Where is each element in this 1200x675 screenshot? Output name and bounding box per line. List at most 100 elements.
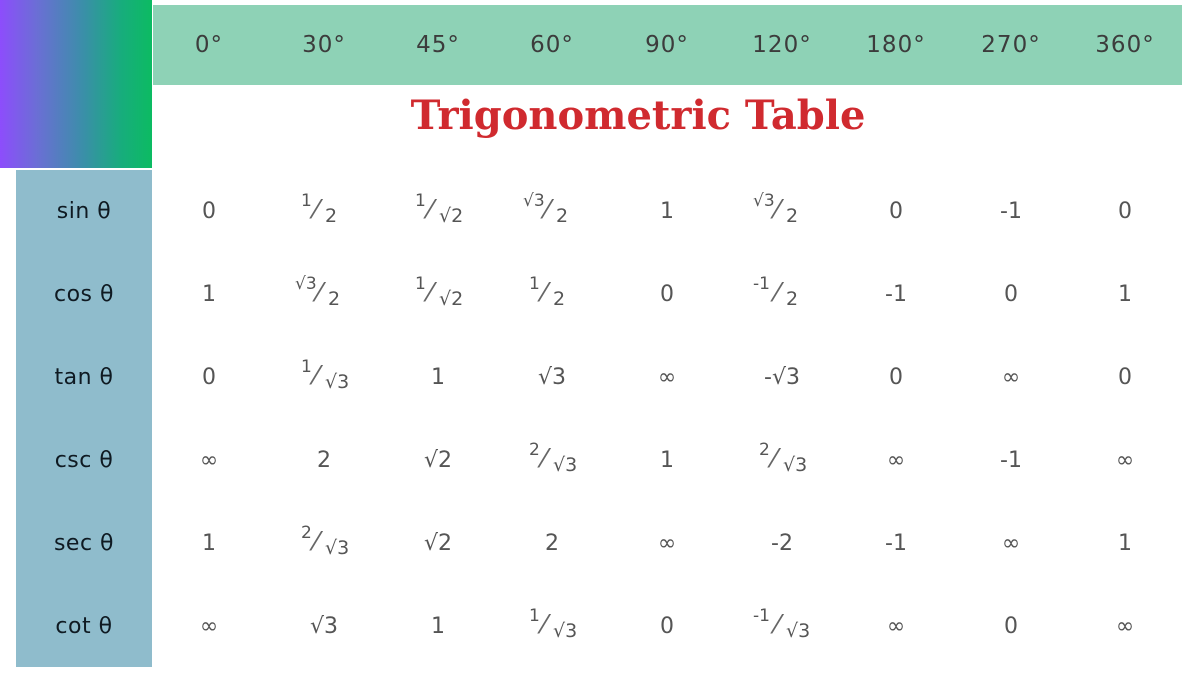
value-text: 2 [317, 447, 331, 473]
value-text: ∞ [1115, 447, 1135, 473]
value-cell: 0 [1070, 186, 1180, 236]
value-text: ∞ [199, 613, 219, 639]
fraction-slash: ⁄ [542, 610, 547, 640]
value-cell: √3 [497, 352, 607, 402]
value-cell: 0 [612, 269, 722, 319]
fraction-denominator: 2 [556, 205, 569, 227]
angle-header-row: 0° 30° 45° 60° 90° 120° 180° 270° 360° [153, 5, 1182, 85]
corner-gradient-block [0, 0, 152, 168]
value-cell: 0 [956, 269, 1066, 319]
fraction-numerator: 2 [529, 440, 540, 460]
value-text: -1 [1000, 198, 1022, 224]
angle-header-cell: 270° [981, 32, 1041, 58]
fraction-value: -1 ⁄ √3 [753, 604, 811, 648]
function-label: tan θ [54, 364, 114, 390]
fraction-denominator: √3 [786, 620, 811, 642]
value-cell: -1 ⁄ √3 [727, 601, 837, 651]
value-cell: 1 [612, 435, 722, 485]
fraction-denominator: 2 [786, 205, 799, 227]
fraction-value: 2 ⁄ √3 [523, 438, 581, 482]
value-cell: 1 [612, 186, 722, 236]
fraction-numerator: 1 [301, 191, 312, 211]
value-text: ∞ [1115, 613, 1135, 639]
value-text: 0 [1118, 364, 1132, 390]
value-cell: ∞ [154, 435, 264, 485]
value-text: -1 [1000, 447, 1022, 473]
value-text: 1 [202, 281, 216, 307]
value-cell: 1 ⁄ 2 [269, 186, 379, 236]
fraction-numerator: √3 [295, 274, 317, 294]
fraction-numerator: √3 [753, 191, 775, 211]
value-text: 1 [431, 613, 445, 639]
function-label: sec θ [53, 530, 115, 556]
value-cell: -2 [727, 518, 837, 568]
value-text: 0 [889, 198, 903, 224]
value-text: 1 [1118, 281, 1132, 307]
fraction-value: √3 ⁄ 2 [523, 189, 581, 233]
value-cell: 1 [1070, 269, 1180, 319]
fraction-denominator: √2 [439, 288, 464, 310]
value-text: 0 [1004, 281, 1018, 307]
value-cell: 2 ⁄ √3 [269, 518, 379, 568]
value-cell: ∞ [612, 352, 722, 402]
value-cell: ∞ [1070, 601, 1180, 651]
value-cell: √2 [383, 518, 493, 568]
angle-header-cell: 90° [645, 32, 689, 58]
angle-header-cell: 0° [194, 32, 224, 58]
value-cell: 1 [383, 601, 493, 651]
fraction-slash: ⁄ [314, 195, 319, 225]
value-cell: 0 [154, 186, 264, 236]
fraction-slash: ⁄ [775, 610, 780, 640]
fraction-denominator: 2 [328, 288, 341, 310]
fraction-slash: ⁄ [775, 278, 780, 308]
value-cell: ∞ [956, 352, 1066, 402]
value-text: 0 [202, 198, 216, 224]
value-text: ∞ [657, 530, 677, 556]
value-cell: 1 [154, 269, 264, 319]
value-cell: -1 [841, 518, 951, 568]
value-cell: 0 [612, 601, 722, 651]
value-cell: ∞ [841, 601, 951, 651]
fraction-denominator: √3 [553, 620, 578, 642]
value-text: √2 [423, 530, 452, 556]
value-text: √3 [309, 613, 338, 639]
fraction-value: 2 ⁄ √3 [753, 438, 811, 482]
angle-header-cell: 45° [416, 32, 460, 58]
fraction-numerator: √3 [523, 191, 545, 211]
value-cell: 2 [497, 518, 607, 568]
value-text: ∞ [886, 613, 906, 639]
angle-header-cell: 360° [1095, 32, 1155, 58]
angle-header-cell: 60° [530, 32, 574, 58]
fraction-denominator: √2 [439, 205, 464, 227]
function-label: sin θ [56, 198, 112, 224]
value-text: -2 [771, 530, 793, 556]
fraction-numerator: 1 [415, 274, 426, 294]
value-text: 1 [660, 198, 674, 224]
fraction-numerator: 1 [529, 274, 540, 294]
fraction-denominator: √3 [783, 454, 808, 476]
angle-header-cell: 30° [302, 32, 346, 58]
value-text: 0 [1118, 198, 1132, 224]
fraction-numerator: -1 [753, 606, 770, 626]
fraction-numerator: 2 [301, 523, 312, 543]
value-text: -√3 [764, 364, 800, 390]
value-cell: 1 ⁄ √2 [383, 186, 493, 236]
value-text: ∞ [1001, 364, 1021, 390]
value-text: ∞ [1001, 530, 1021, 556]
value-cell: ∞ [841, 435, 951, 485]
value-cell: 0 [154, 352, 264, 402]
fraction-slash: ⁄ [317, 278, 322, 308]
value-cell: 0 [956, 601, 1066, 651]
value-cell: ∞ [612, 518, 722, 568]
value-text: 1 [431, 364, 445, 390]
value-cell: 0 [841, 186, 951, 236]
fraction-numerator: 1 [301, 357, 312, 377]
fraction-denominator: 2 [325, 205, 338, 227]
fraction-slash: ⁄ [428, 195, 433, 225]
fraction-slash: ⁄ [314, 527, 319, 557]
value-text: 1 [1118, 530, 1132, 556]
value-cell: 2 ⁄ √3 [497, 435, 607, 485]
value-cell: -1 [956, 435, 1066, 485]
value-cell: 2 [269, 435, 379, 485]
value-cell: √2 [383, 435, 493, 485]
